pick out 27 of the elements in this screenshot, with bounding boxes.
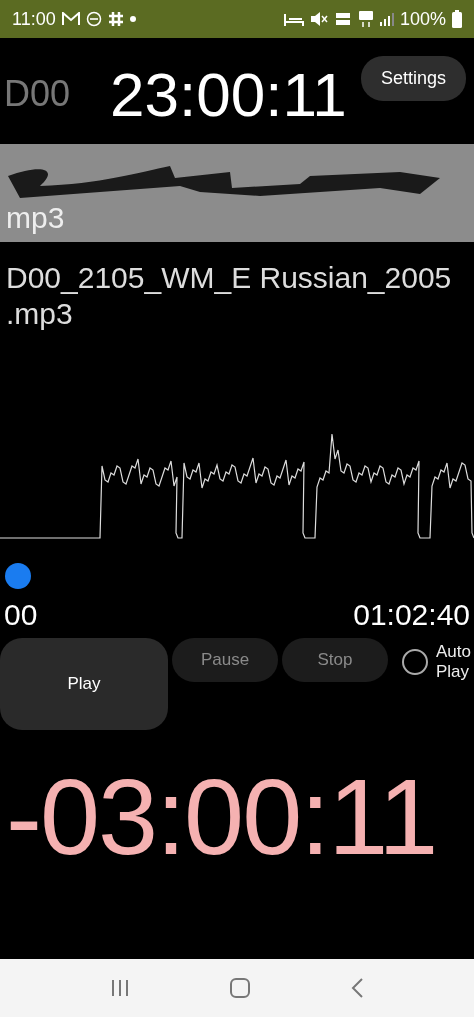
header-label: D00: [3, 73, 72, 115]
battery-icon: [452, 10, 462, 28]
file-name: mp3: [6, 200, 66, 236]
countdown: -03:00:11: [5, 755, 438, 879]
clock: 23:00:11: [109, 58, 347, 130]
dot-icon: [129, 16, 136, 22]
mail-icon: [61, 12, 80, 26]
total-time: 01:02:40: [353, 598, 470, 632]
status-time: 11:00: [12, 8, 56, 30]
auto-play-label: Auto Play: [436, 642, 471, 682]
bed-icon: [283, 12, 304, 26]
settings-button[interactable]: Settings: [360, 56, 466, 101]
elapsed-time: 00: [4, 598, 38, 632]
playback-button[interactable]: Play: [0, 638, 168, 730]
signal-icon: [379, 12, 394, 26]
recents-icon[interactable]: [109, 979, 130, 997]
hash-icon: [107, 11, 124, 27]
back-icon[interactable]: [350, 977, 365, 999]
file-name: D00_2105_WM_E Russian_2005: [6, 260, 453, 296]
auto-play-radio[interactable]: [402, 649, 428, 675]
file-item[interactable]: D00_2105_WM_E Russian_2005 .mp3: [0, 252, 474, 338]
home-icon[interactable]: [229, 977, 251, 999]
battery-percent: 100%: [399, 8, 446, 30]
file-name: .mp3: [6, 296, 74, 332]
slider-thumb[interactable]: [5, 563, 31, 589]
mute-icon: [309, 11, 328, 27]
do-not-disturb-icon: [85, 11, 102, 27]
